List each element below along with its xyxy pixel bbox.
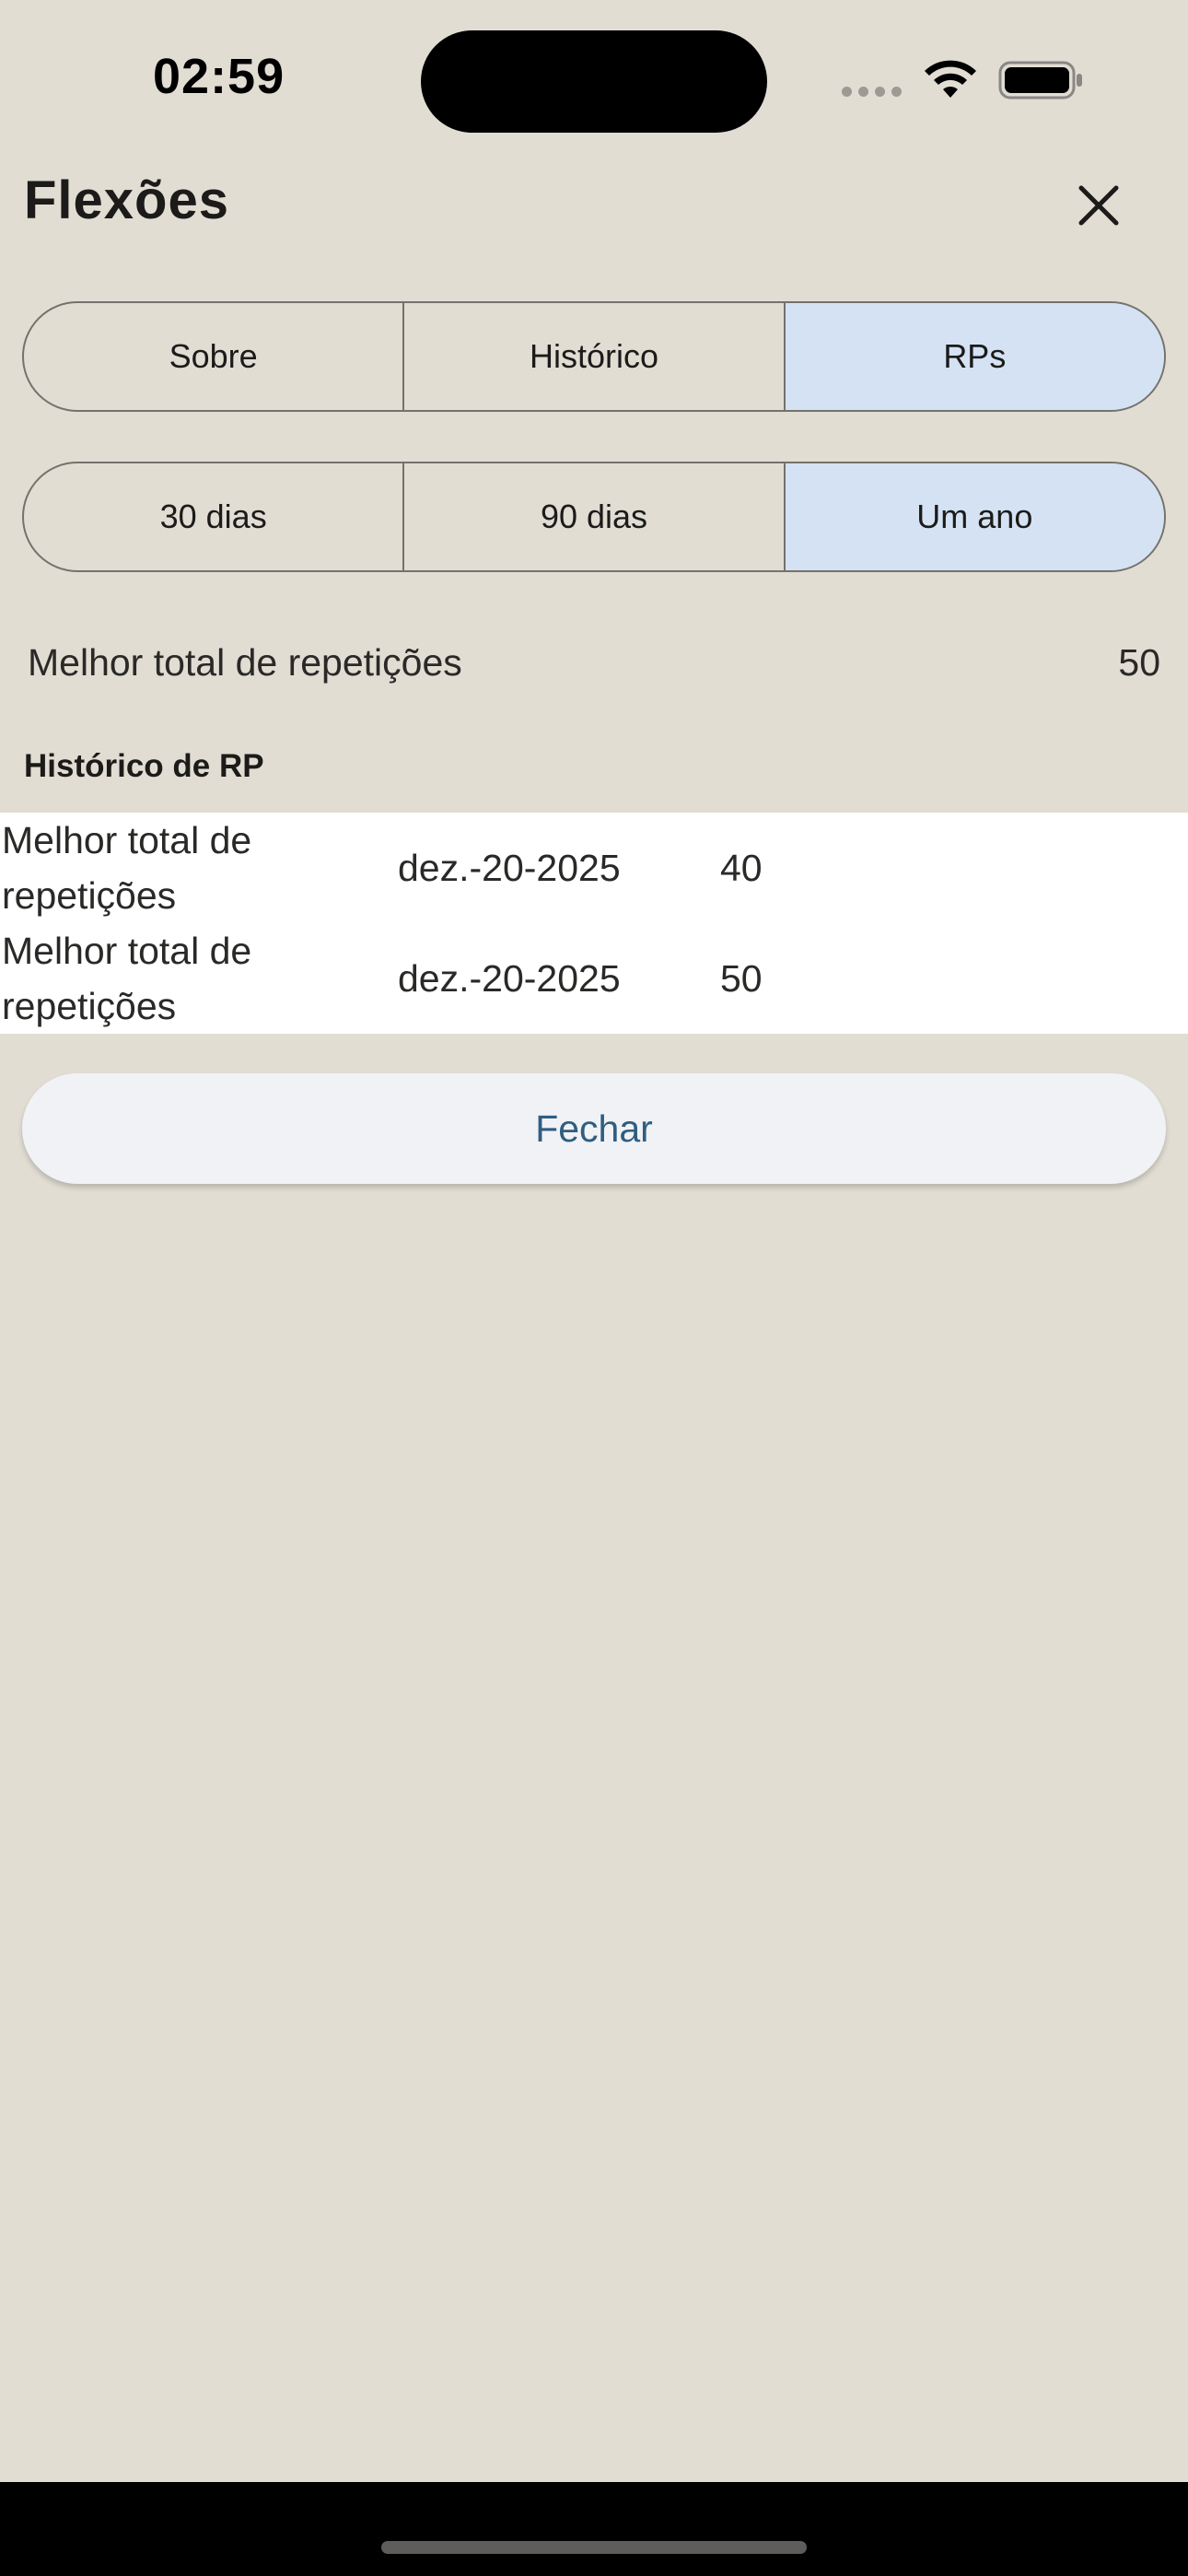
record-label: Melhor total de repetições: [2, 819, 252, 917]
status-bar: 02:59: [0, 0, 1188, 157]
close-button[interactable]: [1068, 175, 1129, 236]
record-value: 40: [720, 846, 763, 889]
tab-sobre[interactable]: Sobre: [24, 303, 402, 410]
page-title: Flexões: [24, 170, 229, 230]
dynamic-island: [421, 30, 767, 133]
close-icon: [1078, 185, 1119, 226]
battery-icon: [998, 61, 1082, 100]
range-30-dias[interactable]: 30 dias: [24, 463, 402, 570]
record-value: 50: [720, 956, 763, 1000]
record-date: dez.-20-2025: [398, 846, 621, 889]
best-total-value: 50: [1118, 641, 1160, 684]
cellular-signal-icon: [842, 87, 902, 97]
record-label: Melhor total de repetições: [2, 930, 252, 1027]
history-heading: Histórico de RP: [24, 748, 264, 784]
table-row: Melhor total de repetições dez.-20-2025 …: [0, 813, 1188, 923]
fechar-button[interactable]: Fechar: [22, 1073, 1166, 1184]
best-total-row: Melhor total de repetições 50: [28, 641, 1160, 685]
status-time: 02:59: [153, 49, 285, 104]
range-um-ano[interactable]: Um ano: [783, 463, 1164, 570]
home-indicator[interactable]: [381, 2541, 807, 2554]
range-selector: 30 dias 90 dias Um ano: [22, 462, 1166, 572]
history-table: Melhor total de repetições dez.-20-2025 …: [0, 813, 1188, 1034]
record-date: dez.-20-2025: [398, 956, 621, 1000]
wifi-icon: [925, 60, 976, 98]
tab-historico[interactable]: Histórico: [402, 303, 783, 410]
tab-rps[interactable]: RPs: [783, 303, 1164, 410]
range-90-dias[interactable]: 90 dias: [402, 463, 783, 570]
table-row: Melhor total de repetições dez.-20-2025 …: [0, 923, 1188, 1034]
best-total-label: Melhor total de repetições: [28, 641, 462, 684]
bottom-bar: [0, 2482, 1188, 2576]
tab-selector: Sobre Histórico RPs: [22, 301, 1166, 412]
